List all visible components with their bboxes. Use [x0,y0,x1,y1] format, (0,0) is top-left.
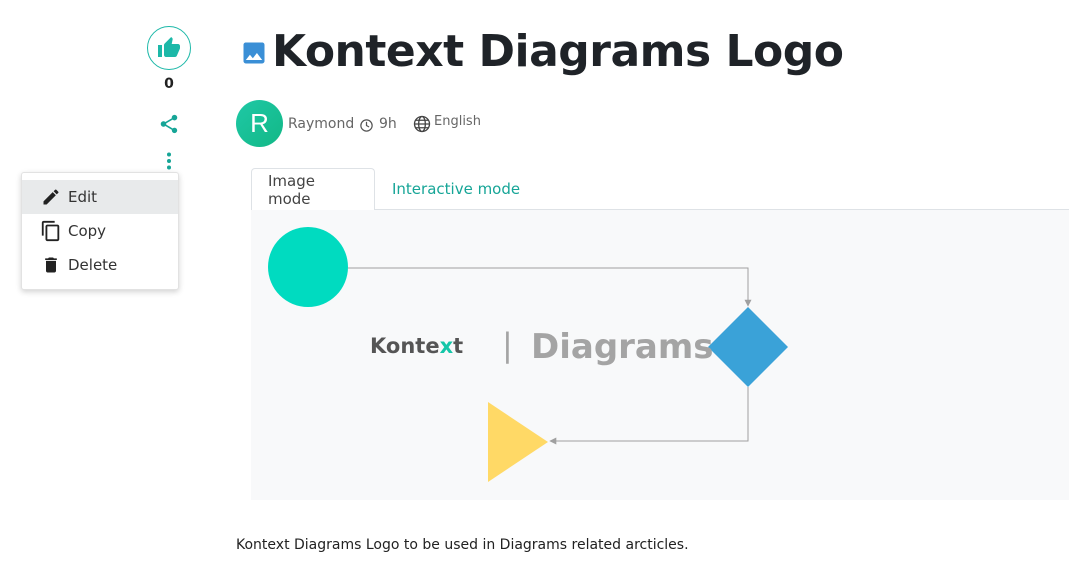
author-name[interactable]: Raymond [288,116,354,132]
more-vertical-icon [167,152,171,170]
menu-item-label: Copy [68,222,107,240]
share-icon [160,114,178,134]
menu-item-copy[interactable]: Copy [22,214,178,248]
like-button[interactable] [147,26,191,70]
diagram-circle [268,227,348,307]
menu-item-label: Edit [68,188,98,206]
thumbs-up-icon [158,37,180,57]
logo-kontext: Kontext [370,334,464,358]
language-label[interactable]: English [434,114,481,129]
tab-image-mode[interactable]: Image mode [251,168,375,211]
tab-interactive-mode[interactable]: Interactive mode [376,168,536,210]
title-row: Kontext Diagrams Logo [240,26,844,78]
diagram-diamond [708,307,788,387]
diagram-triangle [488,402,548,482]
connector-circle-to-diamond [348,267,752,307]
menu-item-label: Delete [68,256,118,274]
more-options-button[interactable] [161,150,177,172]
pencil-icon [40,186,62,208]
trash-icon [40,254,62,276]
menu-item-edit[interactable]: Edit [22,180,178,214]
clock-icon [360,119,373,132]
context-menu: Edit Copy Delete [21,172,179,290]
globe-icon[interactable] [412,114,432,134]
post-time: 9h [379,116,397,132]
logo-diagrams: Diagrams [531,327,714,367]
copy-icon [40,220,62,242]
avatar[interactable]: R [236,100,283,147]
image-icon [243,42,265,64]
menu-item-delete[interactable]: Delete [22,248,178,282]
share-button[interactable] [157,112,181,136]
mode-tabs: Image mode Interactive mode [251,168,1069,211]
connector-diamond-to-triangle [549,387,749,445]
diagram-canvas: Kontext | Diagrams [251,210,1069,500]
page-description: Kontext Diagrams Logo to be used in Diag… [236,537,689,553]
like-count: 0 [164,76,174,92]
page-title: Kontext Diagrams Logo [272,26,844,77]
logo-separator: | [502,326,513,364]
